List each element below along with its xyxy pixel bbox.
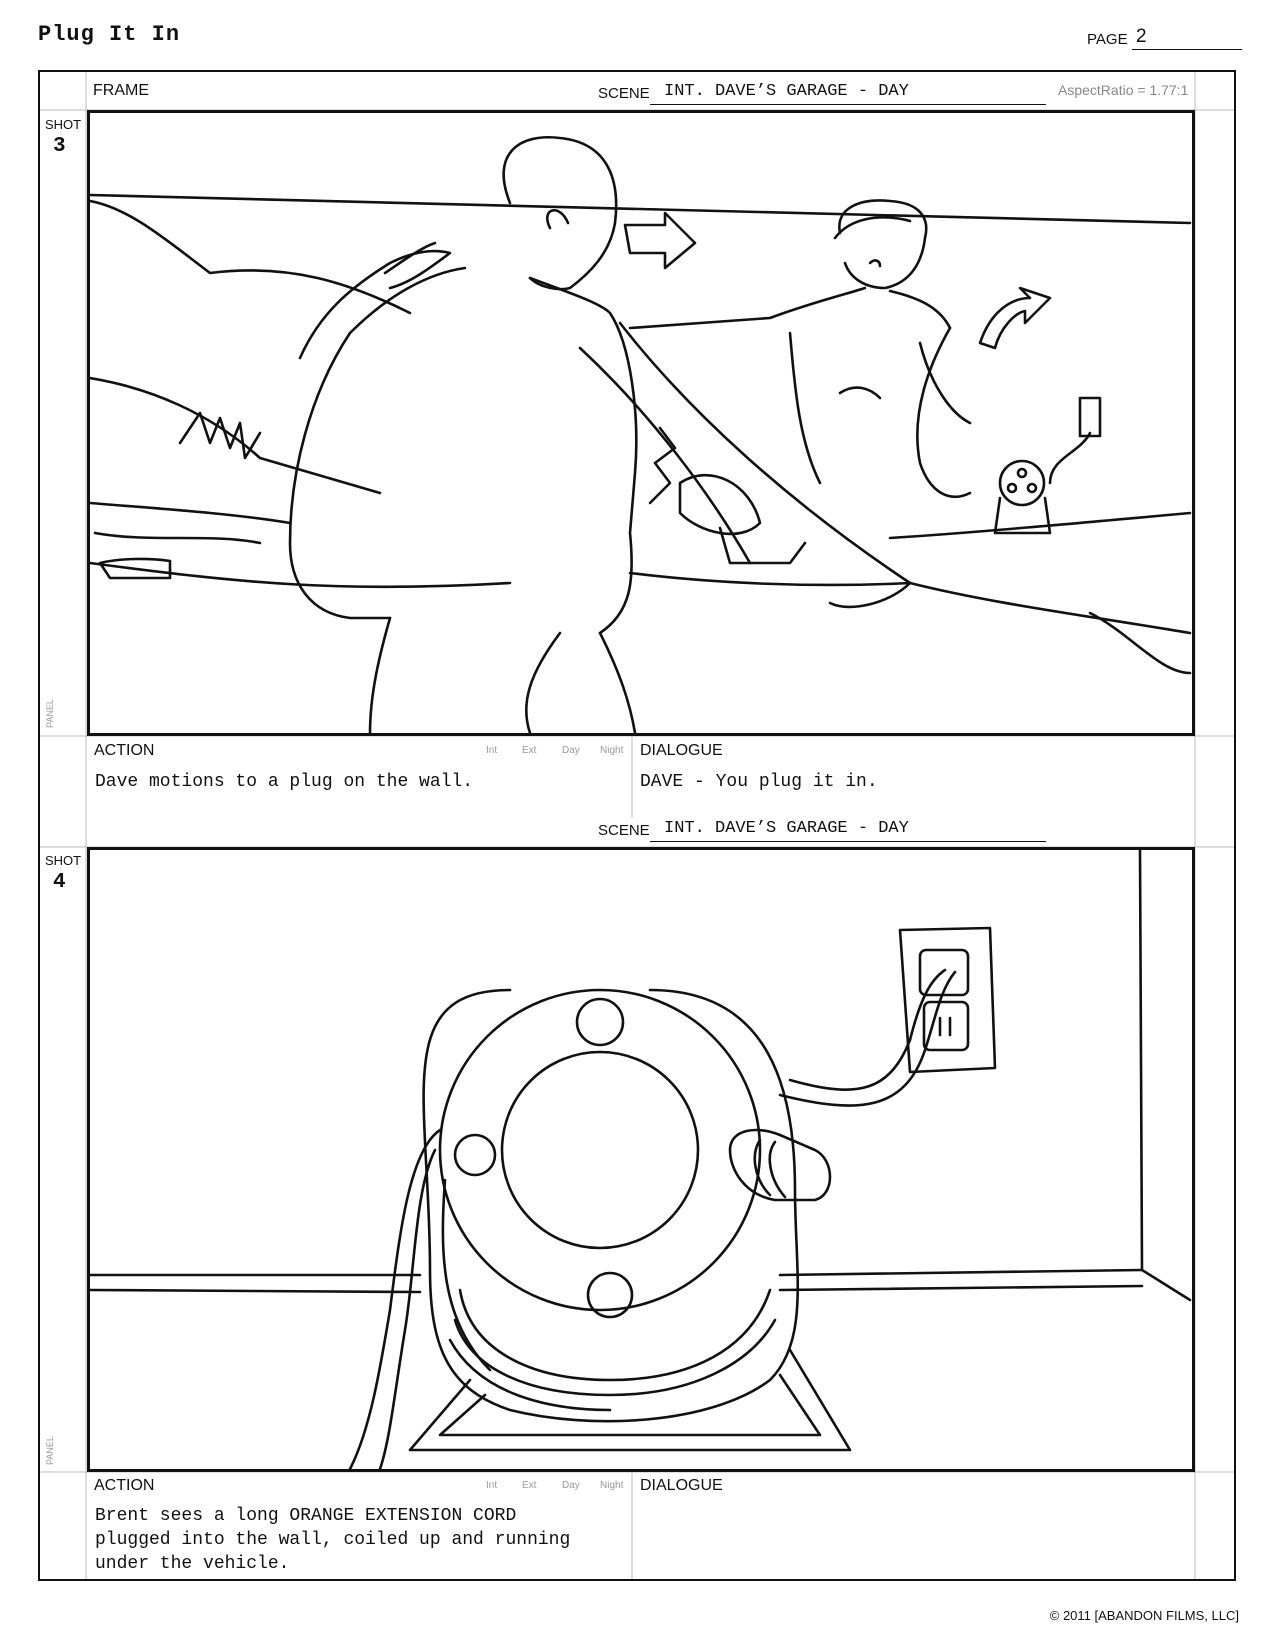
copyright-notice: © 2011 [ABANDON FILMS, LLC] [1049, 1608, 1239, 1623]
day-option: Day [562, 1480, 580, 1491]
action-text: Brent sees a long ORANGE EXTENSION CORD … [95, 1506, 571, 1574]
night-option: Night [600, 745, 624, 756]
action-label: ACTION [94, 1477, 155, 1494]
shot-number: 4 [53, 871, 66, 894]
scene-label: SCENE [598, 85, 650, 102]
ext-option: Ext [522, 745, 537, 756]
dialogue-label: DIALOGUE [640, 742, 723, 759]
aspect-ratio-label: AspectRatio = 1.77:1 [1058, 82, 1189, 98]
shot-number: 3 [53, 135, 66, 158]
day-option: Day [562, 745, 580, 756]
storyboard-frame-shot-3 [87, 110, 1195, 736]
int-option: Int [486, 1480, 498, 1491]
shot-label: SHOT [45, 117, 82, 132]
scene-label: SCENE [598, 822, 650, 839]
dialogue-text: DAVE - You plug it in. [640, 772, 878, 792]
panel-label: PANEL [45, 699, 55, 728]
panel-label: PANEL [45, 1436, 55, 1465]
storyboard-frame-shot-4 [87, 847, 1195, 1472]
sketch-extension-cord-reel [90, 850, 1192, 1469]
scene-heading: INT. DAVE’S GARAGE - DAY [650, 819, 1046, 842]
night-option: Night [600, 1480, 624, 1491]
dialogue-label: DIALOGUE [640, 1477, 723, 1494]
int-option: Int [486, 745, 498, 756]
action-text: Dave motions to a plug on the wall. [95, 772, 474, 792]
scene-heading: INT. DAVE’S GARAGE - DAY [650, 82, 1046, 105]
ext-option: Ext [522, 1480, 537, 1491]
sketch-dave-motions-to-plug [90, 135, 1192, 733]
frame-label: FRAME [93, 82, 149, 99]
action-label: ACTION [94, 742, 155, 759]
shot-label: SHOT [45, 853, 82, 868]
